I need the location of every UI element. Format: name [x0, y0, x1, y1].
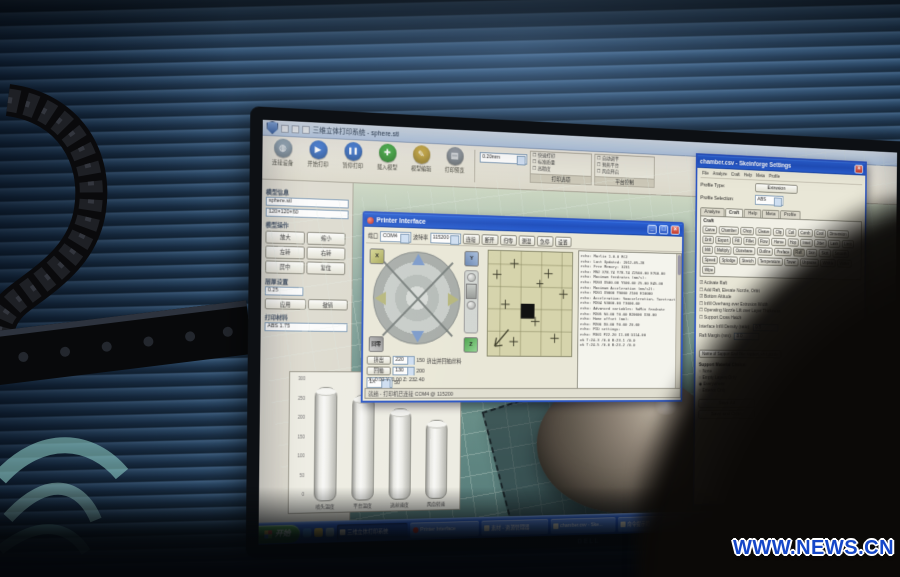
news-photo-scene: 三维立体打印系统 - sphere.stl ◍ 连接设备 ▶ 开始打印 ❚❚ 暂… [0, 0, 900, 577]
skeinforge-close-button[interactable]: × [855, 165, 863, 174]
toolbar-separator [474, 150, 475, 183]
open-file-icon[interactable] [292, 125, 300, 133]
pause-print-button[interactable]: ❚❚ 暂停打印 [337, 141, 369, 170]
jog-x-minus-button[interactable] [375, 291, 386, 305]
z-slider-thumb[interactable] [466, 284, 477, 300]
start-print-button[interactable]: ▶ 开始打印 [302, 140, 335, 169]
speed-value: 150 [416, 358, 424, 364]
printer-dialog-icon [367, 217, 374, 224]
layer-height-combo[interactable]: 0.20mm [480, 152, 528, 165]
skeinforge-menu-item[interactable]: Meta [756, 173, 765, 179]
printer-status-bar: 就绪 - 打印机已连接 COM4 @ 115200 [364, 388, 680, 399]
baud-label: 波特率 [413, 233, 428, 241]
edit-icon: ✎ [412, 145, 429, 164]
skeinforge-menu-item[interactable]: Help [744, 173, 752, 179]
save-file-icon[interactable] [302, 125, 310, 133]
printer-icon: ▤ [446, 147, 463, 166]
jog-home-button[interactable]: 回零 [369, 336, 384, 352]
z-axis-slider[interactable] [464, 270, 479, 333]
z-down-button[interactable] [467, 301, 476, 310]
person-silhouette [636, 196, 900, 577]
jog-y-plus-button[interactable] [412, 253, 425, 265]
gauge-axis-tick: 100 [297, 454, 304, 458]
jog-x-plus-button[interactable] [448, 293, 459, 307]
gauge-axis-tick: 250 [298, 396, 305, 400]
jog-y-minus-button[interactable] [411, 331, 424, 343]
extrude-controls: 挤出 220 150 挤出并回抽丝料 回抽 130 200 1X 50 [366, 356, 573, 390]
jog-corner-y-button[interactable]: Y [464, 251, 478, 267]
app-logo-shield-icon [267, 121, 279, 135]
gauge-axis-tick: 50 [300, 474, 305, 478]
speed-value: 200 [416, 368, 424, 374]
connect-device-button[interactable]: ◍ 连接设备 [266, 138, 299, 167]
gauge-axis-tick: 150 [298, 435, 305, 439]
printer-toolbar-button[interactable]: 归零 [500, 234, 517, 245]
retract-button[interactable]: 回抽 [367, 367, 391, 376]
jog-corner-z-button[interactable]: Z [464, 337, 478, 352]
position-readout: X: 0.00 Y: 0.00 Z: 232.40 [368, 377, 424, 383]
main-app-title: 三维立体打印系统 - sphere.stl [313, 125, 400, 139]
profile-type-label: Profile Type: [700, 183, 751, 191]
z-up-button[interactable] [467, 273, 476, 282]
printer-toolbar-button[interactable]: 急停 [537, 235, 554, 246]
printer-toolbar-button[interactable]: 设置 [555, 236, 571, 247]
gauge-axis-tick: 200 [298, 416, 305, 420]
port-label: 端口 [368, 232, 378, 240]
printer-toolbar-button[interactable]: 测温 [518, 235, 535, 246]
printer-toolbar-button[interactable]: 连接 [462, 233, 479, 244]
extrude-button[interactable]: 挤出 [367, 356, 391, 365]
bed-position-map[interactable] [487, 250, 573, 357]
skeinforge-menu-item[interactable]: Profile [769, 174, 780, 180]
bed-temp-spinner[interactable]: 130 [392, 367, 414, 376]
new-file-icon[interactable] [281, 124, 289, 132]
globe-icon: ◍ [274, 138, 292, 158]
edit-model-button[interactable]: ✎ 模型编辑 [406, 145, 437, 173]
skeinforge-menu-item[interactable]: Analyze [713, 171, 727, 177]
profile-type-button[interactable]: Extrusion [755, 183, 798, 194]
skeinforge-menu-item[interactable]: Craft [731, 172, 740, 178]
extrude-note: 挤出并回抽丝料 [427, 357, 462, 365]
gauge-cylinder [314, 387, 338, 502]
jog-corner-x-button[interactable]: X [370, 248, 385, 264]
jog-pad: X Y 回零 Z [367, 246, 484, 354]
port-combo[interactable]: COM4 [380, 231, 411, 243]
gauge-axis-tick: 300 [298, 377, 305, 381]
printer-toolbar-button[interactable]: 断开 [481, 234, 498, 245]
news-watermark: WWW.NEWS.CN [733, 537, 894, 560]
gauge-cylinder [351, 395, 374, 501]
nozzle-temp-spinner[interactable]: 220 [393, 356, 415, 365]
plus-icon: ✚ [378, 143, 396, 162]
print-preview-button[interactable]: ▤ 打印预览 [439, 146, 470, 174]
play-icon: ▶ [309, 140, 327, 160]
baud-combo[interactable]: 115200 [430, 232, 461, 243]
pause-icon: ❚❚ [344, 142, 362, 161]
skeinforge-menu-item[interactable]: File [702, 171, 709, 177]
load-model-button[interactable]: ✚ 载入模型 [371, 143, 403, 172]
